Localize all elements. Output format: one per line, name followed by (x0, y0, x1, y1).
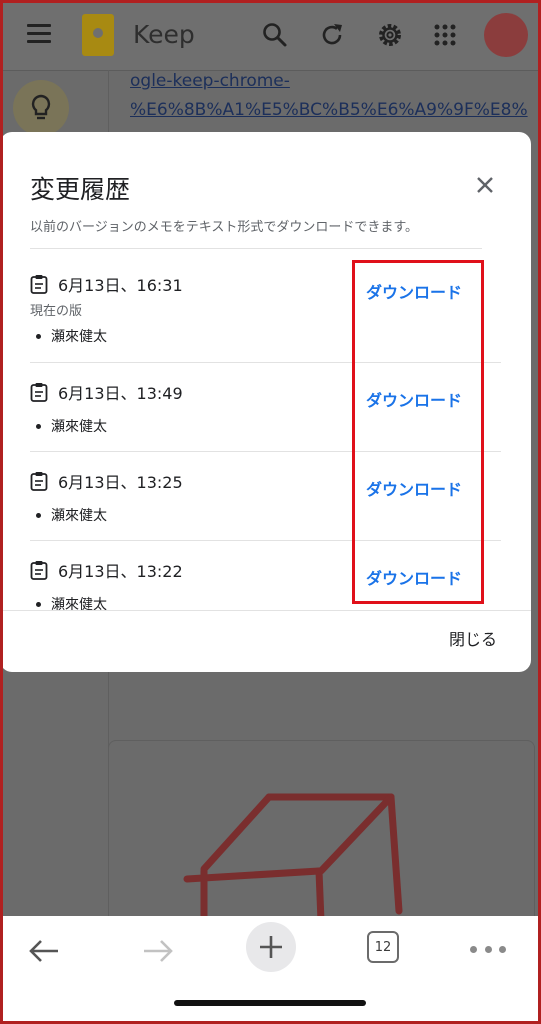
version-date: 6月13日、13:49 (58, 384, 183, 403)
divider (30, 248, 482, 249)
version-author: 瀬來健太 (30, 594, 107, 610)
gear-icon[interactable] (375, 20, 405, 50)
search-icon[interactable] (260, 20, 290, 50)
bullet (36, 601, 41, 607)
version-author-name: 瀬來健太 (51, 329, 107, 345)
version-author-name: 瀬來健太 (51, 508, 107, 524)
clipboard-icon (30, 275, 48, 294)
drawing-note-card[interactable] (108, 740, 535, 942)
home-indicator (174, 1000, 366, 1006)
version-history-dialog: 変更履歴 以前のバージョンのメモをテキスト形式でダウンロードできます。 6月13… (0, 132, 531, 672)
clipboard-icon (30, 383, 48, 402)
avatar[interactable] (484, 13, 528, 57)
dialog-description: 以前のバージョンのメモをテキスト形式でダウンロードできます。 (30, 220, 419, 235)
app-title: Keep (133, 20, 195, 49)
version-date: 6月13日、13:25 (58, 473, 183, 492)
refresh-icon[interactable] (317, 20, 347, 50)
version-date: 6月13日、13:22 (58, 562, 183, 581)
note-link-line[interactable]: ogle-keep-chrome- (130, 71, 290, 91)
version-date: 6月13日、16:31 (58, 276, 183, 295)
bullet (36, 333, 41, 339)
close-icon[interactable] (470, 170, 500, 200)
version-row-header: 6月13日、13:25 (30, 469, 183, 493)
divider (0, 610, 531, 611)
back-arrow-icon[interactable] (26, 936, 62, 966)
version-row-header: 6月13日、13:49 (30, 380, 183, 404)
version-author: 瀬來健太 (30, 326, 107, 346)
current-version-label: 現在の版 (30, 304, 83, 319)
version-author-name: 瀬來健太 (51, 597, 107, 610)
note-link-line[interactable]: %E6%8B%A1%E5%BC%B5%E6%A9%9F%E8% (130, 100, 528, 120)
drawing-sketch (183, 793, 403, 925)
version-author-name: 瀬來健太 (51, 419, 107, 435)
forward-arrow-icon[interactable] (140, 936, 176, 966)
plus-icon (260, 936, 282, 958)
menu-icon[interactable] (27, 24, 51, 44)
version-row-header: 6月13日、16:31 (30, 272, 183, 296)
app-bar: Keep (0, 0, 541, 71)
bullet (36, 512, 41, 518)
bullet (36, 423, 41, 429)
version-row-header: 6月13日、13:22 (30, 558, 183, 582)
version-author: 瀬來健太 (30, 505, 107, 525)
clipboard-icon (30, 472, 48, 491)
close-button[interactable]: 閉じる (449, 626, 497, 650)
highlight-annotation-box (352, 260, 484, 604)
new-tab-button[interactable] (246, 922, 296, 972)
grid-icon[interactable] (430, 20, 460, 50)
keep-logo (82, 14, 114, 56)
clipboard-icon (30, 561, 48, 580)
dialog-title: 変更履歴 (30, 175, 131, 204)
tab-count-button[interactable]: 12 (367, 931, 399, 963)
lightbulb-icon[interactable] (13, 80, 69, 136)
version-author: 瀬來健太 (30, 416, 107, 436)
more-icon[interactable] (470, 946, 506, 954)
